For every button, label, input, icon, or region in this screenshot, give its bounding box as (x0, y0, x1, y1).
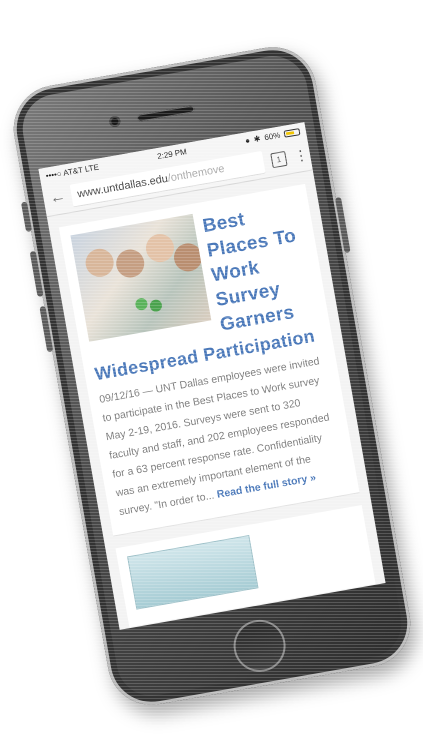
overflow-menu-icon[interactable]: ⋮ (292, 146, 309, 164)
article-photo-next[interactable] (126, 534, 259, 610)
tab-count: 1 (275, 154, 282, 164)
lock-icon: ● (243, 135, 251, 146)
news-card: Best Places To Work Survey Garners Wides… (58, 183, 360, 537)
excerpt-text: 09/12/16 — UNT Dallas employees were inv… (97, 355, 330, 519)
status-time: 2:29 PM (155, 146, 187, 161)
article-title-wrap[interactable]: Best Places To Work Survey Garners (200, 197, 311, 338)
article-photo[interactable] (69, 213, 211, 342)
bluetooth-icon: ✱ (252, 133, 261, 144)
tabs-icon[interactable]: 1 (269, 150, 288, 168)
url-domain: www.untdallas.edu (75, 172, 169, 201)
phone-device: ••••○ AT&T LTE 2:29 PM ● ✱ 60% ← www.unt… (6, 40, 417, 712)
url-path: /onthemove (166, 162, 225, 185)
back-arrow-icon[interactable]: ← (48, 188, 67, 208)
battery-icon (282, 127, 300, 138)
battery-percent: 60% (263, 130, 281, 142)
